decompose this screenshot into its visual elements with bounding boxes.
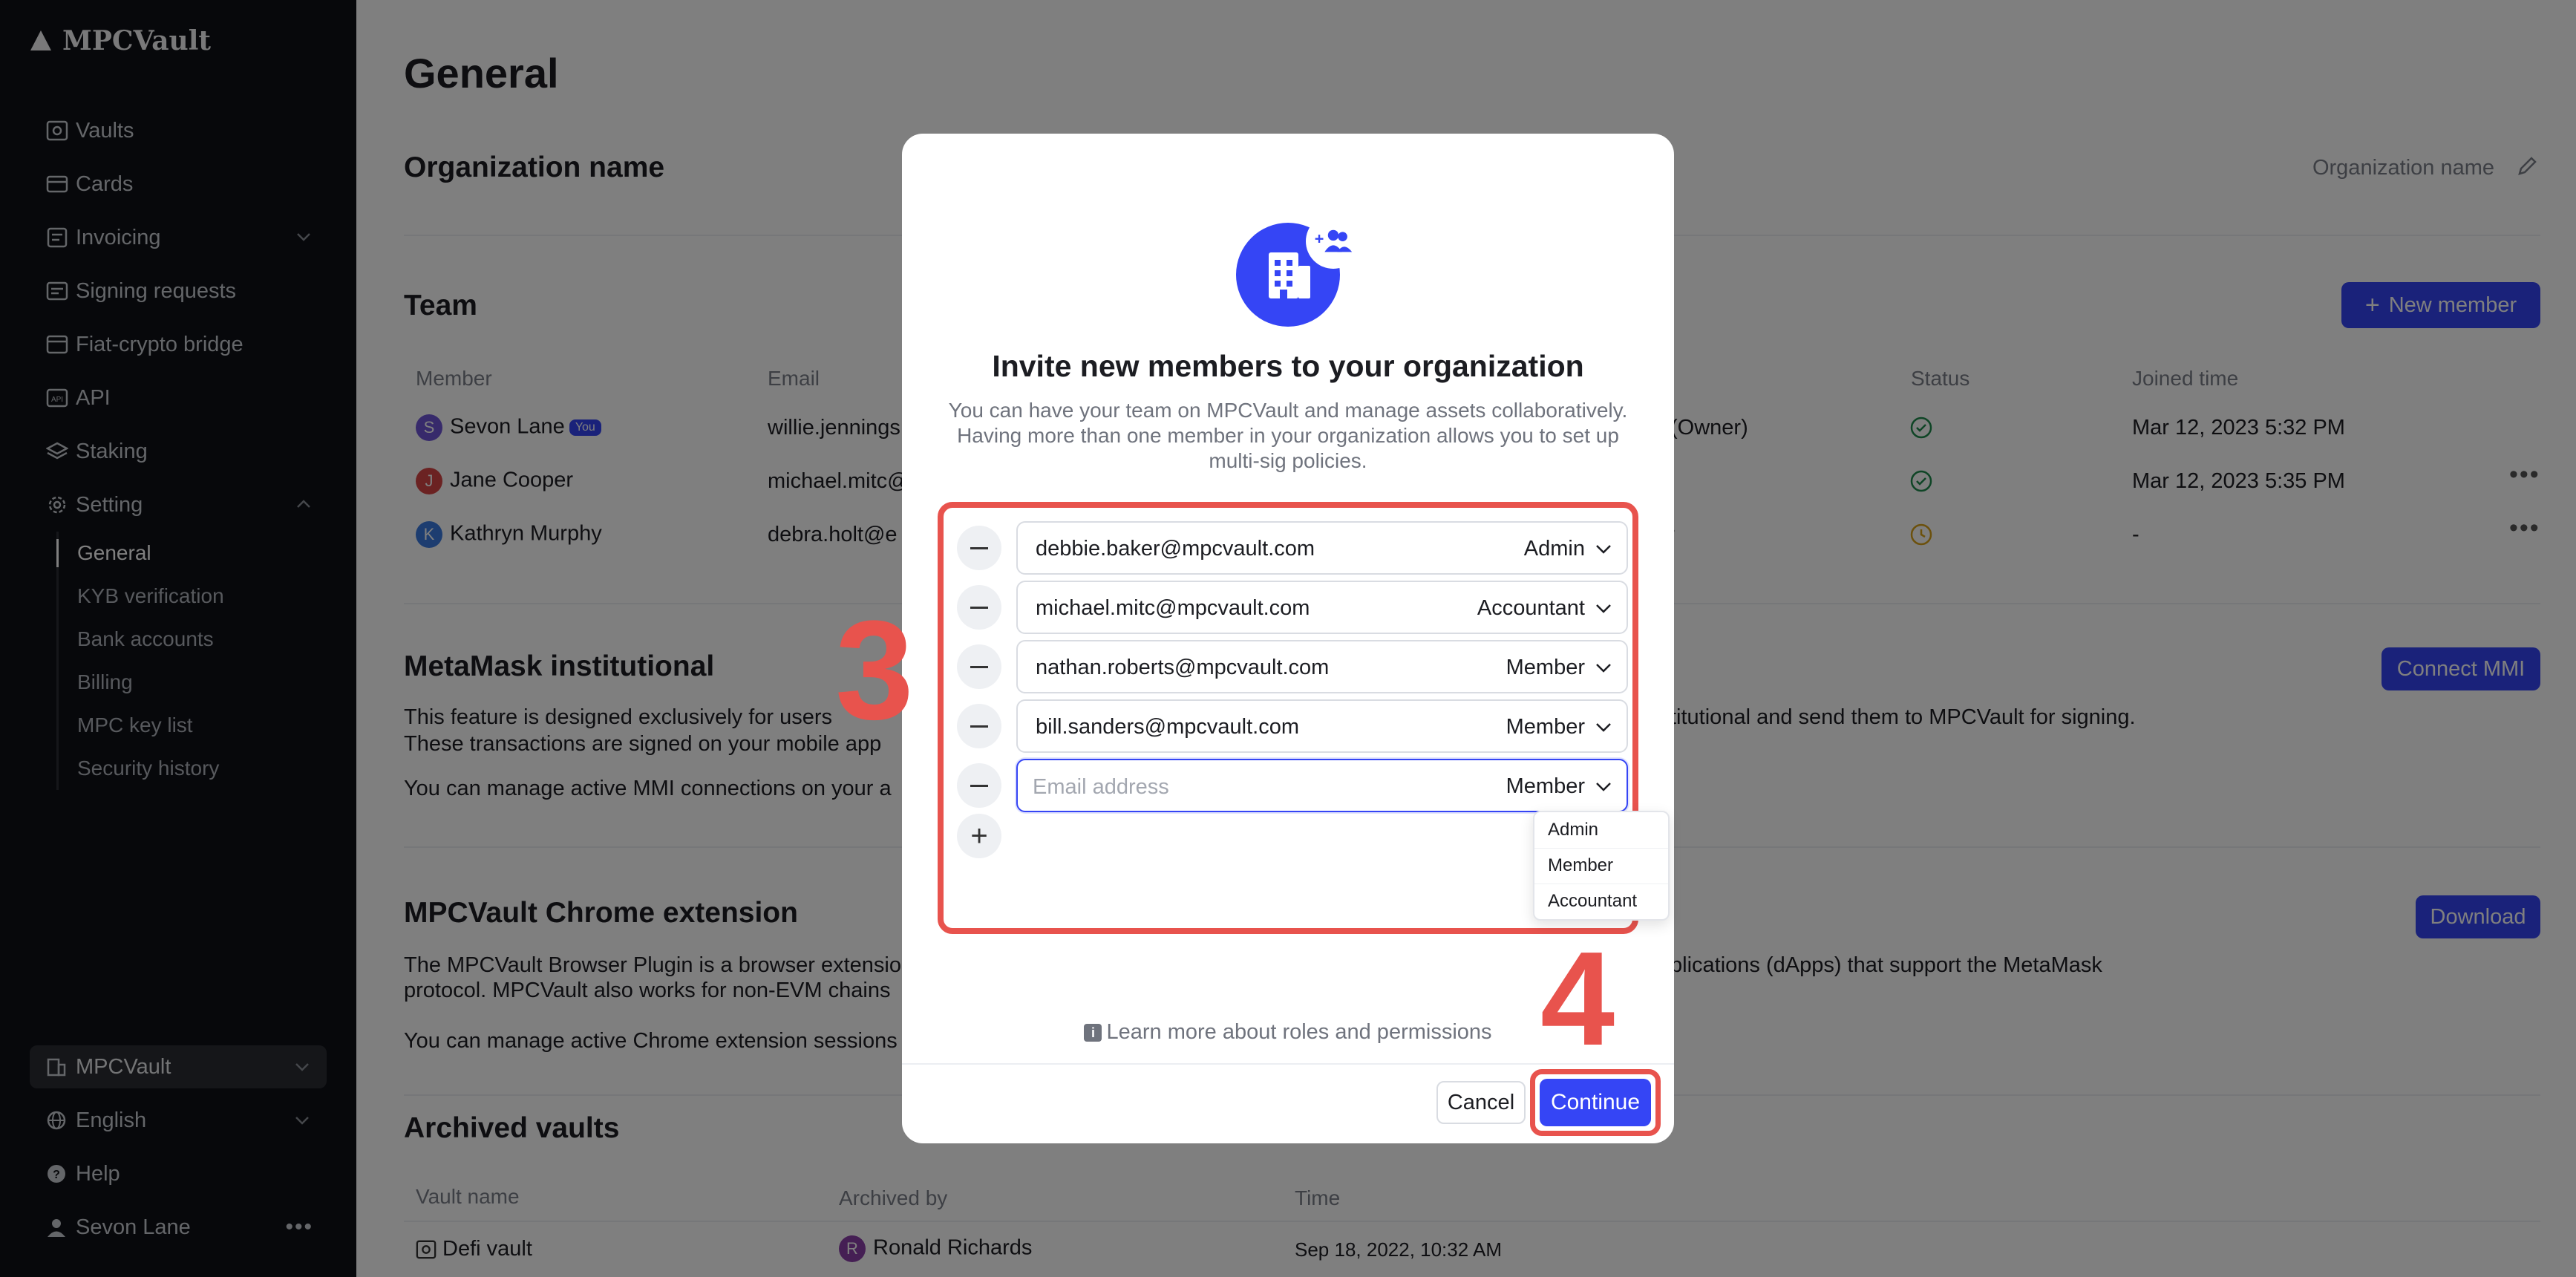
organization-building-icon: + [1236, 214, 1361, 327]
remove-invite-button[interactable] [957, 585, 1001, 630]
invite-email-value: michael.mitc@mpcvault.com [1036, 596, 1310, 620]
role-select[interactable]: Admin [1524, 537, 1612, 561]
invite-row: debbie.baker@mpcvault.com Admin [957, 521, 1628, 575]
role-select[interactable]: Member [1506, 715, 1612, 739]
dialog-title: Invite new members to your organization [992, 349, 1584, 383]
add-user-icon: + [1315, 229, 1353, 252]
role-value: Admin [1523, 537, 1585, 561]
role-option-admin[interactable]: Admin [1548, 820, 1598, 840]
invite-row: michael.mitc@mpcvault.com Accountant [957, 581, 1628, 634]
invite-email-field[interactable]: michael.mitc@mpcvault.com Accountant [1016, 581, 1628, 634]
invite-row-new: Member [957, 759, 1628, 812]
remove-invite-button[interactable] [957, 526, 1001, 570]
role-select[interactable]: Member [1506, 774, 1612, 799]
step-3-annotation: 3 [835, 592, 914, 749]
role-value: Member [1506, 715, 1585, 739]
svg-text:+: + [1315, 229, 1324, 248]
add-invite-button[interactable]: + [957, 814, 1001, 858]
chevron-down-icon [1596, 782, 1611, 791]
invite-list-highlight: debbie.baker@mpcvault.com Admin michael.… [938, 502, 1670, 934]
info-icon: i [1084, 1024, 1102, 1042]
dialog-description: You can have your team on MPCVault and m… [948, 399, 1628, 472]
invite-email-value: bill.sanders@mpcvault.com [1036, 715, 1300, 739]
remove-invite-button[interactable] [957, 644, 1001, 689]
remove-invite-button[interactable] [957, 763, 1001, 808]
invite-row: nathan.roberts@mpcvault.com Member [957, 640, 1628, 693]
chevron-down-icon [1596, 663, 1611, 673]
remove-invite-button[interactable] [957, 704, 1001, 748]
role-value: Member [1506, 656, 1585, 679]
role-value: Member [1506, 774, 1585, 798]
role-value: Accountant [1477, 596, 1585, 620]
cancel-button[interactable]: Cancel [1436, 1081, 1526, 1124]
email-address-input[interactable] [1033, 771, 1448, 803]
role-option-member[interactable]: Member [1548, 855, 1613, 876]
invite-email-field[interactable]: nathan.roberts@mpcvault.com Member [1016, 640, 1628, 693]
invite-email-value: nathan.roberts@mpcvault.com [1036, 656, 1330, 679]
chevron-down-icon [1596, 604, 1611, 613]
continue-button[interactable]: Continue [1540, 1079, 1651, 1126]
learn-more-label: Learn more about roles and permissions [1106, 1020, 1492, 1044]
chevron-down-icon [1596, 722, 1611, 732]
step-4-annotation: 4 [1540, 924, 1615, 1074]
invite-members-dialog: + Invite new members to your organizatio… [835, 134, 1674, 1143]
invite-row: bill.sanders@mpcvault.com Member [957, 699, 1628, 753]
invite-email-field[interactable]: bill.sanders@mpcvault.com Member [1016, 699, 1628, 753]
invite-email-field[interactable]: debbie.baker@mpcvault.com Admin [1016, 521, 1628, 575]
divider [1534, 848, 1668, 849]
continue-highlight: Continue [1530, 1069, 1661, 1136]
invite-email-value: debbie.baker@mpcvault.com [1036, 537, 1315, 561]
role-select[interactable]: Accountant [1477, 596, 1612, 621]
add-user-badge: + [1306, 214, 1361, 269]
divider [902, 1063, 1674, 1065]
role-select[interactable]: Member [1506, 656, 1612, 680]
role-option-accountant[interactable]: Accountant [1548, 891, 1637, 912]
new-invite-email-field[interactable]: Member [1016, 759, 1628, 812]
learn-more-link[interactable]: i Learn more about roles and permissions [902, 1020, 1674, 1045]
chevron-down-icon [1596, 544, 1611, 554]
role-dropdown-menu: Admin Member Accountant [1533, 811, 1670, 921]
